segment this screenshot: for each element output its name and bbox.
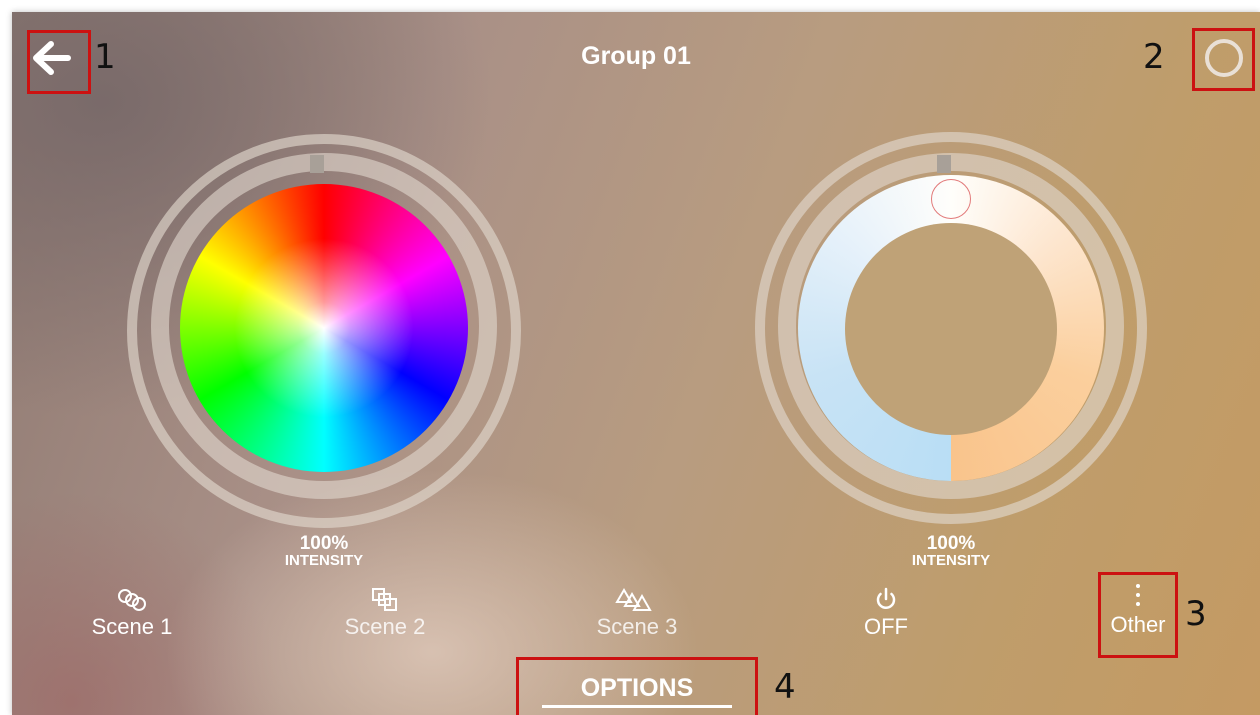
scene-2-button[interactable]: Scene 2 [325,586,445,640]
color-intensity-readout: 100% INTENSITY [252,534,396,568]
cct-intensity-readout: 100% INTENSITY [879,534,1023,568]
other-button[interactable]: Other [1101,580,1175,638]
callout-number-other: 3 [1185,594,1207,634]
page-title: Group 01 [581,42,691,70]
cct-ring-center [845,223,1057,435]
scene-1-label: Scene 1 [91,614,173,639]
options-underline [542,705,732,708]
scene-3-button[interactable]: Scene 3 [577,586,697,640]
callout-box-settings [1192,28,1255,91]
scene-1-button[interactable]: Scene 1 [72,586,192,640]
color-wheel[interactable] [180,184,468,472]
callout-number-options: 4 [774,667,796,707]
cct-picker-handle[interactable] [931,179,971,219]
callout-number-back: 1 [94,37,116,77]
off-label: OFF [864,614,908,639]
app-screen: Group 01 1 2 3 4 100% INTENSITY 100% INT… [12,12,1260,715]
vertical-dots-icon [1136,584,1140,606]
callout-number-settings: 2 [1143,37,1165,77]
off-button[interactable]: OFF [826,586,946,640]
scene-2-label: Scene 2 [344,614,426,639]
cct-intensity-value: 100% [926,533,976,554]
callout-box-back [27,30,91,94]
other-label: Other [1110,612,1166,637]
cct-intensity-label: INTENSITY [911,552,991,569]
cct-intensity-handle[interactable] [937,155,951,173]
power-icon [876,587,896,609]
triangles-icon [615,588,652,611]
three-circles-icon [118,589,146,611]
color-intensity-value: 100% [299,533,349,554]
scene-3-label: Scene 3 [596,614,678,639]
color-intensity-handle[interactable] [310,155,324,173]
options-button[interactable]: OPTIONS [542,674,732,703]
color-intensity-label: INTENSITY [284,552,364,569]
overlapping-squares-icon [372,588,397,611]
